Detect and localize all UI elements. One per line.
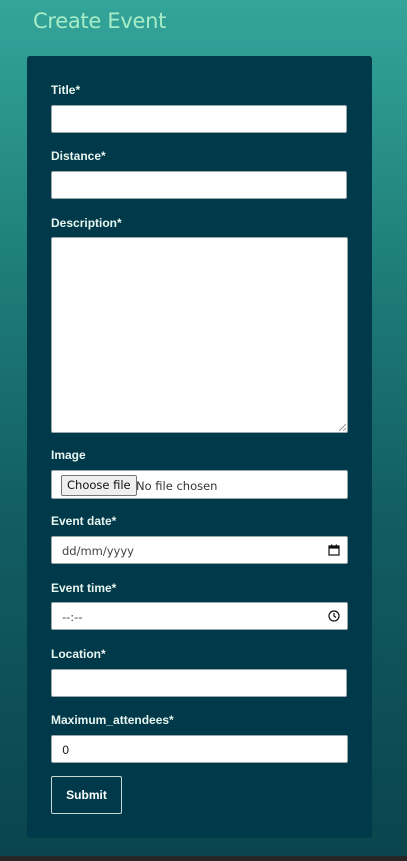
event-time-input[interactable]: --:-- (51, 602, 348, 630)
max-attendees-value: 0 (62, 743, 70, 757)
title-label: Title* (51, 83, 81, 97)
resize-grip-icon[interactable] (339, 424, 346, 431)
distance-input[interactable] (51, 171, 347, 199)
max-attendees-input[interactable]: 0 (51, 735, 348, 763)
title-input[interactable] (51, 105, 347, 133)
location-input[interactable] (51, 669, 347, 697)
description-textarea[interactable] (51, 237, 348, 433)
file-status-text: No file chosen (136, 479, 218, 493)
image-label: Image (51, 448, 86, 462)
bottom-bar (0, 856, 407, 861)
submit-button[interactable]: Submit (51, 776, 122, 814)
choose-file-button[interactable]: Choose file (61, 475, 137, 496)
event-date-placeholder: dd/mm/yyyy (62, 544, 134, 558)
distance-label: Distance* (51, 149, 106, 163)
calendar-icon[interactable] (328, 544, 340, 556)
page-title: Create Event (33, 9, 167, 33)
image-file-input[interactable]: Choose file No file chosen (51, 470, 348, 499)
event-date-input[interactable]: dd/mm/yyyy (51, 536, 348, 564)
location-label: Location* (51, 647, 106, 661)
event-time-label: Event time* (51, 581, 117, 595)
clock-icon[interactable] (328, 610, 340, 622)
description-label: Description* (51, 216, 122, 230)
event-date-label: Event date* (51, 514, 117, 528)
event-time-placeholder: --:-- (62, 610, 83, 624)
create-event-form: Title* Distance* Description* Image Choo… (27, 56, 372, 838)
max-attendees-label: Maximum_attendees* (51, 713, 174, 727)
